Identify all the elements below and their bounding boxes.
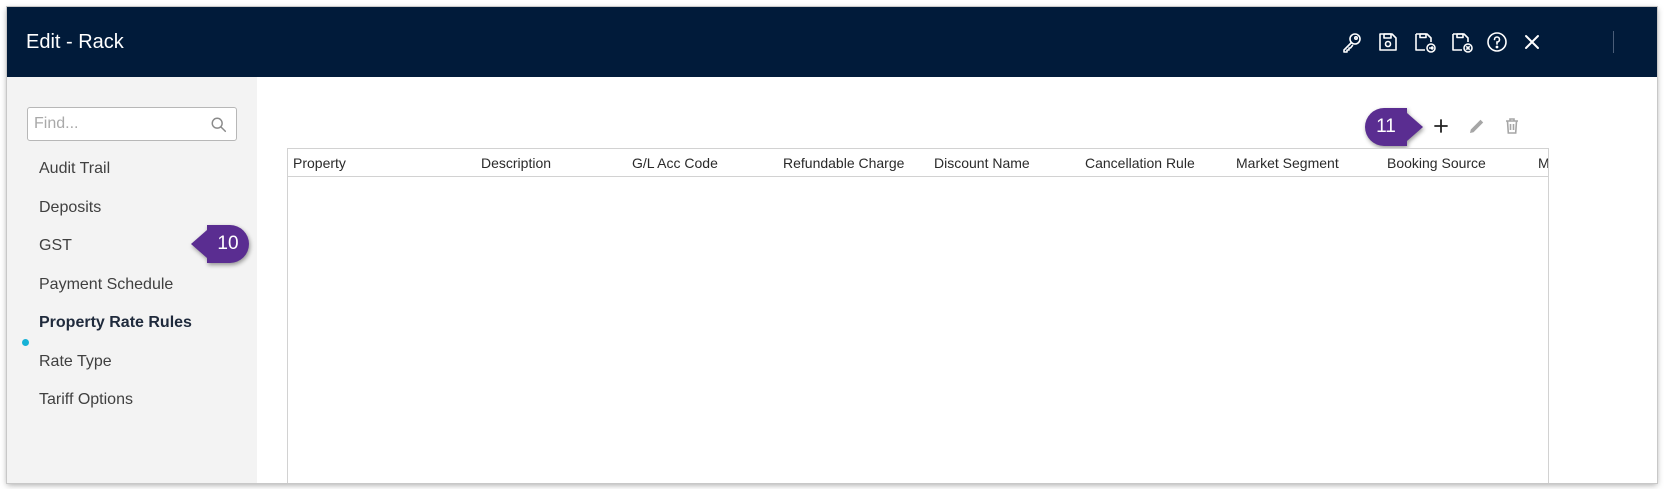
property-rate-rules-grid: Property Description G/L Acc Code Refund…	[287, 148, 1549, 483]
toolbar-divider	[1613, 31, 1614, 53]
save-icon[interactable]	[1375, 29, 1401, 55]
column-header-property[interactable]: Property	[293, 155, 346, 171]
help-icon[interactable]	[1484, 29, 1510, 55]
active-indicator-dot	[22, 339, 29, 346]
column-header-market-segment[interactable]: Market Segment	[1236, 155, 1339, 171]
sidebar-item-property-rate-rules[interactable]: Property Rate Rules	[39, 314, 192, 332]
sidebar-item-gst[interactable]: GST	[39, 237, 72, 255]
save-and-new-icon[interactable]	[1412, 29, 1438, 55]
column-header-booking-source[interactable]: Booking Source	[1387, 155, 1486, 171]
grid-header: Property Description G/L Acc Code Refund…	[288, 149, 1548, 177]
sidebar-item-tariff-options[interactable]: Tariff Options	[39, 391, 133, 409]
callout-arrow-right	[1407, 113, 1423, 141]
sidebar-item-rate-type[interactable]: Rate Type	[39, 353, 112, 371]
step-callout-10: 10	[191, 225, 249, 263]
sidebar: Audit Trail Deposits GST Payment Schedul…	[7, 77, 257, 483]
find-input[interactable]	[34, 114, 204, 134]
column-header-gl-acc-code[interactable]: G/L Acc Code	[632, 155, 718, 171]
sidebar-item-deposits[interactable]: Deposits	[39, 199, 101, 217]
delete-trash-icon[interactable]	[1500, 114, 1524, 138]
column-header-truncated[interactable]: M	[1538, 155, 1548, 171]
add-icon[interactable]	[1429, 114, 1453, 138]
title-bar: Edit - Rack	[7, 7, 1657, 77]
column-header-refundable-charge[interactable]: Refundable Charge	[783, 155, 904, 171]
sidebar-item-payment-schedule[interactable]: Payment Schedule	[39, 276, 173, 294]
search-icon	[211, 117, 227, 133]
edit-rack-window: Edit - Rack Find... Audit Trail Deposits…	[7, 7, 1657, 483]
sidebar-item-audit-trail[interactable]: Audit Trail	[39, 160, 110, 178]
column-header-description[interactable]: Description	[481, 155, 551, 171]
find-search-box[interactable]	[27, 107, 237, 141]
column-header-cancellation-rule[interactable]: Cancellation Rule	[1085, 155, 1195, 171]
column-header-discount-name[interactable]: Discount Name	[934, 155, 1030, 171]
main-panel: 11 Property Description G/L Acc Code Ref…	[257, 77, 1657, 483]
callout-number: 10	[207, 225, 249, 263]
window-title: Edit - Rack	[26, 31, 124, 53]
step-callout-11: 11	[1365, 108, 1423, 146]
callout-number: 11	[1365, 108, 1407, 146]
callout-arrow-left	[191, 230, 207, 258]
close-icon[interactable]	[1519, 29, 1545, 55]
edit-pencil-icon[interactable]	[1465, 114, 1489, 138]
save-and-close-icon[interactable]	[1449, 29, 1475, 55]
key-icon[interactable]	[1339, 29, 1365, 55]
